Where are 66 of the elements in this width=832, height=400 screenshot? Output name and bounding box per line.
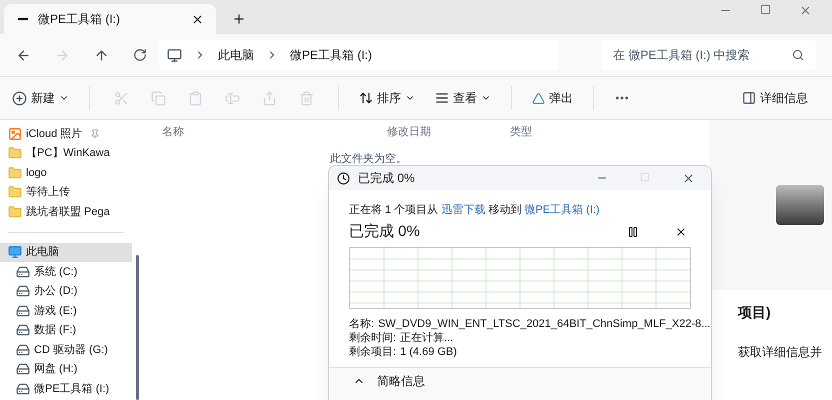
sidebar-item[interactable]: 【PC】WinKawa	[0, 144, 132, 163]
folder-link[interactable]: 迅雷下载	[441, 204, 486, 216]
field-value: 1 (4.69 GB)	[400, 345, 457, 359]
field-label: 剩余项目:	[349, 345, 396, 359]
search-icon	[792, 49, 804, 61]
transfer-description: 正在将 1 个项目从 迅雷下载 移动到 微PE工具箱 (I:)	[349, 203, 601, 218]
photos-icon	[8, 126, 22, 141]
eject-icon	[532, 92, 545, 104]
lines-icon	[435, 91, 449, 105]
dialog-title: 已完成 0%	[358, 170, 415, 187]
sort-icon	[359, 91, 373, 105]
clock-icon	[337, 172, 350, 184]
back-icon[interactable]	[16, 48, 31, 62]
new-button[interactable]: 新建	[12, 89, 69, 107]
folder-icon	[8, 146, 22, 160]
empty-folder-message: 此文件夹为空。	[330, 152, 408, 166]
sidebar-item[interactable]: iCloud 照片	[0, 124, 132, 144]
refresh-icon[interactable]	[133, 48, 147, 62]
up-icon[interactable]	[94, 48, 109, 62]
details-button[interactable]: 详细信息	[742, 89, 808, 107]
field-value: SW_DVD9_WIN_ENT_LTSC_2021_64BIT_ChnSimp_MLF_X22-8...	[378, 317, 710, 331]
sidebar-item[interactable]: 微PE工具箱 (I:)	[0, 379, 132, 398]
progress-heading: 已完成 0%	[349, 222, 420, 242]
scrollbar[interactable]	[136, 255, 138, 400]
field-label: 名称:	[349, 317, 374, 331]
close-icon[interactable]	[682, 172, 695, 184]
plus-icon[interactable]	[232, 12, 246, 26]
eject-button[interactable]: 弹出	[532, 89, 573, 107]
view-button[interactable]: 查看	[435, 89, 491, 107]
column-header[interactable]: 名称	[162, 124, 387, 140]
folder-link[interactable]: 微PE工具箱 (I:)	[524, 204, 600, 216]
details-text: 获取详细信息并	[738, 344, 823, 361]
sidebar-item[interactable]: 游戏 (E:)	[0, 301, 132, 320]
monitor-icon	[8, 245, 22, 260]
sidebar-item[interactable]: 跳坑者联盟 Pega	[0, 202, 132, 222]
address-bar[interactable]: 此电脑 微PE工具箱 (I:)	[159, 40, 559, 70]
sidebar-item[interactable]: CD 驱动器 (G:)	[0, 340, 132, 360]
sort-button[interactable]: 排序	[359, 89, 415, 107]
window-tab[interactable]: 微PE工具箱 (I:)	[4, 4, 216, 34]
column-header[interactable]: 修改日期	[387, 124, 510, 140]
sidebar-item[interactable]: 系统 (C:)	[0, 262, 132, 282]
search-field[interactable]: 在 微PE工具箱 (I:) 中搜索	[601, 40, 816, 70]
close-icon[interactable]	[191, 12, 204, 26]
column-header[interactable]: 类型	[510, 124, 532, 140]
field-label: 剩余时间:	[349, 331, 396, 345]
monitor-icon	[167, 48, 182, 62]
close-icon[interactable]	[675, 226, 687, 238]
breadcrumb-item[interactable]: 此电脑	[218, 46, 254, 64]
sidebar-item[interactable]: 网盘 (H:)	[0, 360, 132, 379]
tab-title: 微PE工具箱 (I:)	[38, 11, 122, 28]
sidebar-item[interactable]: 此电脑	[0, 242, 132, 262]
folder-icon	[8, 185, 22, 200]
sidebar-item[interactable]: logo	[0, 163, 132, 182]
folder-icon	[8, 204, 22, 219]
breadcrumb-item[interactable]: 微PE工具箱 (I:)	[290, 46, 372, 64]
sidebar-item[interactable]: 数据 (F:)	[0, 320, 132, 340]
details-toggle[interactable]: 简略信息	[353, 373, 425, 389]
field-value: 正在计算...	[400, 331, 454, 345]
plus-circle-icon	[12, 90, 27, 106]
pause-icon[interactable]	[627, 226, 639, 238]
drive-drawing	[776, 185, 824, 225]
panel-icon	[742, 91, 756, 105]
details-heading: 项目)	[738, 303, 772, 322]
sidebar-item[interactable]: 办公 (D:)	[0, 282, 132, 301]
sidebar-item[interactable]: 等待上传	[0, 182, 132, 202]
folder-icon	[8, 166, 22, 180]
